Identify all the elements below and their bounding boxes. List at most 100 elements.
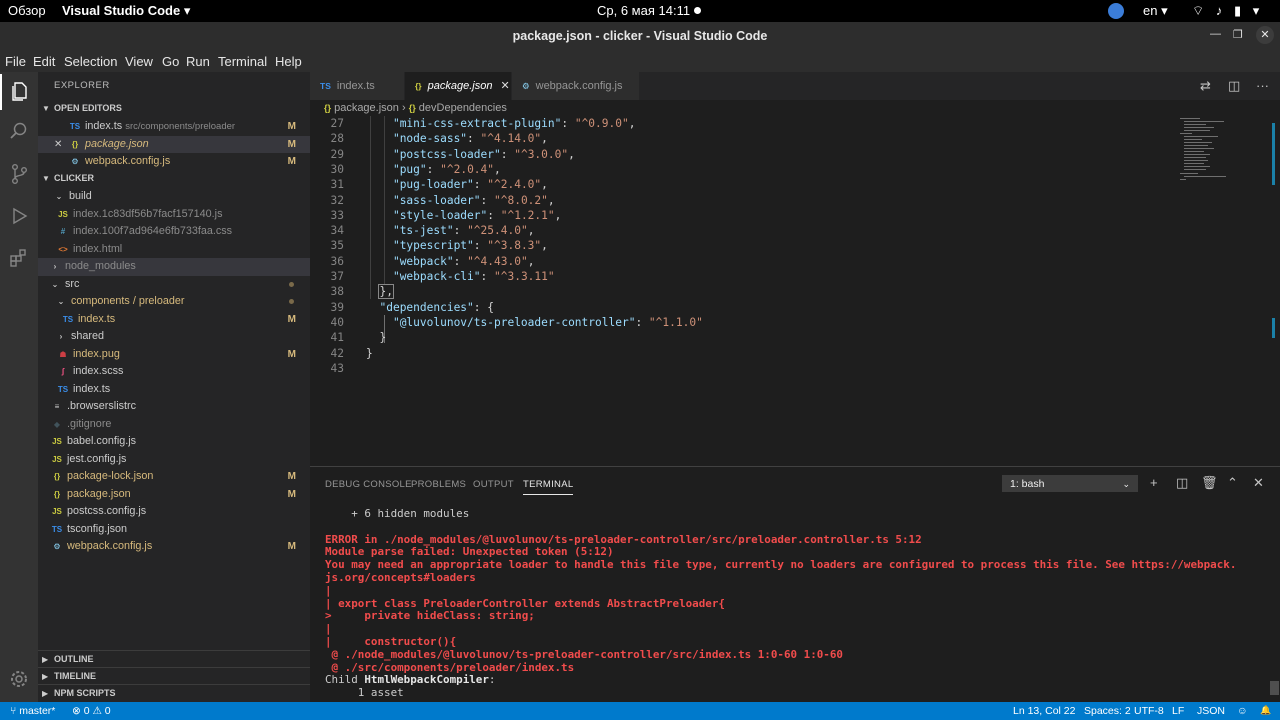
tree-file[interactable]: # index.100f7ad964e6fb733faa.css bbox=[38, 223, 310, 241]
tree-folder[interactable]: ⌄ src bbox=[38, 276, 310, 294]
tree-file[interactable]: JS babel.config.js bbox=[38, 433, 310, 451]
tree-file[interactable]: ☗ index.pug M bbox=[38, 346, 310, 364]
system-menu[interactable]: ⌔ ♪ ▮ ▾ bbox=[1192, 3, 1263, 19]
open-editor-item[interactable]: ⚙ webpack.config.js M bbox=[38, 153, 310, 171]
kill-terminal-icon[interactable]: 🗑 bbox=[1201, 475, 1218, 491]
breadcrumb-node[interactable]: devDependencies bbox=[419, 102, 507, 114]
tab-webpack-config[interactable]: ⚙ webpack.config.js bbox=[512, 72, 640, 100]
code-line[interactable]: 35 "typescript": "^3.8.3", bbox=[310, 238, 1170, 253]
extensions-icon[interactable] bbox=[0, 240, 38, 276]
run-debug-icon[interactable] bbox=[0, 198, 38, 234]
close-icon[interactable]: ✕ bbox=[500, 80, 509, 92]
menu-view[interactable]: View bbox=[125, 54, 153, 69]
open-editor-item[interactable]: TS index.ts src/components/preloader M bbox=[38, 118, 310, 136]
code-line[interactable]: 39 "dependencies": { bbox=[310, 300, 1170, 315]
keyboard-layout-indicator[interactable]: en ▾ bbox=[1143, 3, 1168, 19]
more-actions-icon[interactable]: ··· bbox=[1256, 78, 1269, 93]
language-mode[interactable]: JSON bbox=[1197, 705, 1225, 717]
activities-button[interactable]: Обзор bbox=[8, 3, 46, 18]
tree-file[interactable]: ◆ .gitignore bbox=[38, 416, 310, 434]
menu-help[interactable]: Help bbox=[275, 54, 302, 69]
tree-file[interactable]: TS tsconfig.json bbox=[38, 521, 310, 539]
code-line[interactable]: 36 "webpack": "^4.43.0", bbox=[310, 254, 1170, 269]
code-line[interactable]: 33 "style-loader": "^1.2.1", bbox=[310, 208, 1170, 223]
code-editor[interactable]: 27 "mini-css-extract-plugin": "^0.9.0", 2… bbox=[310, 116, 1280, 466]
open-editor-item-active[interactable]: ✕{} package.json M bbox=[38, 135, 310, 154]
tab-debug-console[interactable]: DEBUG CONSOLE bbox=[325, 479, 412, 490]
problems-indicator[interactable]: ⊗ 0 ⚠ 0 bbox=[72, 705, 111, 717]
encoding[interactable]: UTF-8 bbox=[1134, 705, 1164, 717]
folder-header[interactable]: ▼ CLICKER bbox=[38, 170, 310, 187]
breadcrumb-file[interactable]: package.json bbox=[334, 102, 399, 114]
new-terminal-icon[interactable]: + bbox=[1150, 475, 1158, 490]
code-line[interactable]: 30 "pug": "^2.0.4", bbox=[310, 162, 1170, 177]
tree-file[interactable]: <> index.html bbox=[38, 241, 310, 259]
npm-scripts-header[interactable]: ▶ NPM SCRIPTS bbox=[38, 684, 310, 701]
tab-index-ts[interactable]: TS index.ts bbox=[310, 72, 405, 100]
cursor-position[interactable]: Ln 13, Col 22 bbox=[1013, 705, 1075, 717]
clock[interactable]: Ср, 6 мая 14:11 bbox=[597, 3, 702, 18]
tree-folder[interactable]: › shared bbox=[38, 328, 310, 346]
end-of-line[interactable]: LF bbox=[1172, 705, 1184, 717]
menu-selection[interactable]: Selection bbox=[64, 54, 117, 69]
tree-file[interactable]: {} package.json M bbox=[38, 486, 310, 504]
code-line[interactable]: 28 "node-sass": "^4.14.0", bbox=[310, 131, 1170, 146]
indentation[interactable]: Spaces: 2 bbox=[1084, 705, 1131, 717]
tree-folder[interactable]: ⌄ build bbox=[38, 188, 310, 206]
minimize-button[interactable]: — bbox=[1210, 28, 1221, 40]
code-line[interactable]: 41 } bbox=[310, 330, 1170, 345]
tree-file[interactable]: JS jest.config.js bbox=[38, 451, 310, 469]
code-line[interactable]: 29 "postcss-loader": "^3.0.0", bbox=[310, 147, 1170, 162]
code-line[interactable]: 32 "sass-loader": "^8.0.2", bbox=[310, 193, 1170, 208]
app-menu[interactable]: Visual Studio Code ▾ bbox=[62, 3, 190, 19]
terminal-select[interactable]: 1: bash ⌄ bbox=[1002, 475, 1138, 492]
tab-problems[interactable]: PROBLEMS bbox=[411, 479, 466, 490]
maximize-panel-icon[interactable]: ⌃ bbox=[1227, 475, 1238, 491]
tree-file[interactable]: TS index.ts M bbox=[38, 311, 310, 329]
split-terminal-icon[interactable]: ◫ bbox=[1176, 475, 1188, 491]
menu-run[interactable]: Run bbox=[186, 54, 210, 69]
git-branch[interactable]: ⑂ master* bbox=[10, 705, 55, 717]
outline-header[interactable]: ▶ OUTLINE bbox=[38, 650, 310, 667]
code-line[interactable]: 27 "mini-css-extract-plugin": "^0.9.0", bbox=[310, 116, 1170, 131]
code-line[interactable]: 38 }, bbox=[310, 284, 1170, 300]
tree-file[interactable]: JS index.1c83df56b7facf157140.js bbox=[38, 206, 310, 224]
code-line[interactable]: 43 bbox=[310, 361, 1170, 376]
tree-folder[interactable]: ⌄ components / preloader bbox=[38, 293, 310, 311]
settings-gear-icon[interactable] bbox=[0, 661, 38, 697]
tree-file[interactable]: TS index.ts bbox=[38, 381, 310, 399]
tree-file[interactable]: ≡ .browserslistrc bbox=[38, 398, 310, 416]
notifications-bell-icon[interactable]: 🔔 bbox=[1260, 705, 1271, 716]
source-control-icon[interactable] bbox=[0, 156, 38, 192]
explorer-icon[interactable] bbox=[0, 74, 38, 110]
tree-file[interactable]: {} package-lock.json M bbox=[38, 468, 310, 486]
tab-package-json[interactable]: {} package.json ✕ bbox=[405, 72, 512, 100]
tree-file[interactable]: JS postcss.config.js bbox=[38, 503, 310, 521]
minimap[interactable] bbox=[1176, 116, 1266, 196]
open-editors-header[interactable]: ▼ OPEN EDITORS bbox=[38, 100, 310, 117]
search-icon[interactable] bbox=[0, 113, 38, 149]
code-line[interactable]: 42} bbox=[310, 346, 1170, 361]
menu-terminal[interactable]: Terminal bbox=[218, 54, 267, 69]
close-window-button[interactable]: ✕ bbox=[1256, 26, 1274, 44]
maximize-button[interactable]: ❐ bbox=[1233, 28, 1243, 41]
open-changes-icon[interactable]: ⇄ bbox=[1200, 78, 1211, 94]
tray-app-icon[interactable] bbox=[1108, 3, 1124, 19]
split-editor-icon[interactable]: ◫ bbox=[1228, 78, 1240, 94]
timeline-header[interactable]: ▶ TIMELINE bbox=[38, 667, 310, 684]
close-icon[interactable]: ✕ bbox=[54, 136, 68, 154]
tab-terminal[interactable]: TERMINAL bbox=[523, 479, 574, 495]
code-line[interactable]: 40 "@luvolunov/ts-preloader-controller":… bbox=[310, 315, 1170, 330]
terminal-scrollbar[interactable] bbox=[1270, 681, 1279, 695]
tree-file[interactable]: ʃ index.scss bbox=[38, 363, 310, 381]
menu-edit[interactable]: Edit bbox=[33, 54, 55, 69]
tab-output[interactable]: OUTPUT bbox=[473, 479, 514, 490]
feedback-icon[interactable]: ☺ bbox=[1237, 705, 1248, 717]
menu-go[interactable]: Go bbox=[162, 54, 179, 69]
code-line[interactable]: 31 "pug-loader": "^2.4.0", bbox=[310, 177, 1170, 192]
close-panel-icon[interactable]: ✕ bbox=[1253, 475, 1264, 491]
tree-file[interactable]: ⚙ webpack.config.js M bbox=[38, 538, 310, 556]
tree-folder[interactable]: › node_modules bbox=[38, 258, 310, 276]
menu-file[interactable]: File bbox=[5, 54, 26, 69]
code-line[interactable]: 37 "webpack-cli": "^3.3.11" bbox=[310, 269, 1170, 284]
